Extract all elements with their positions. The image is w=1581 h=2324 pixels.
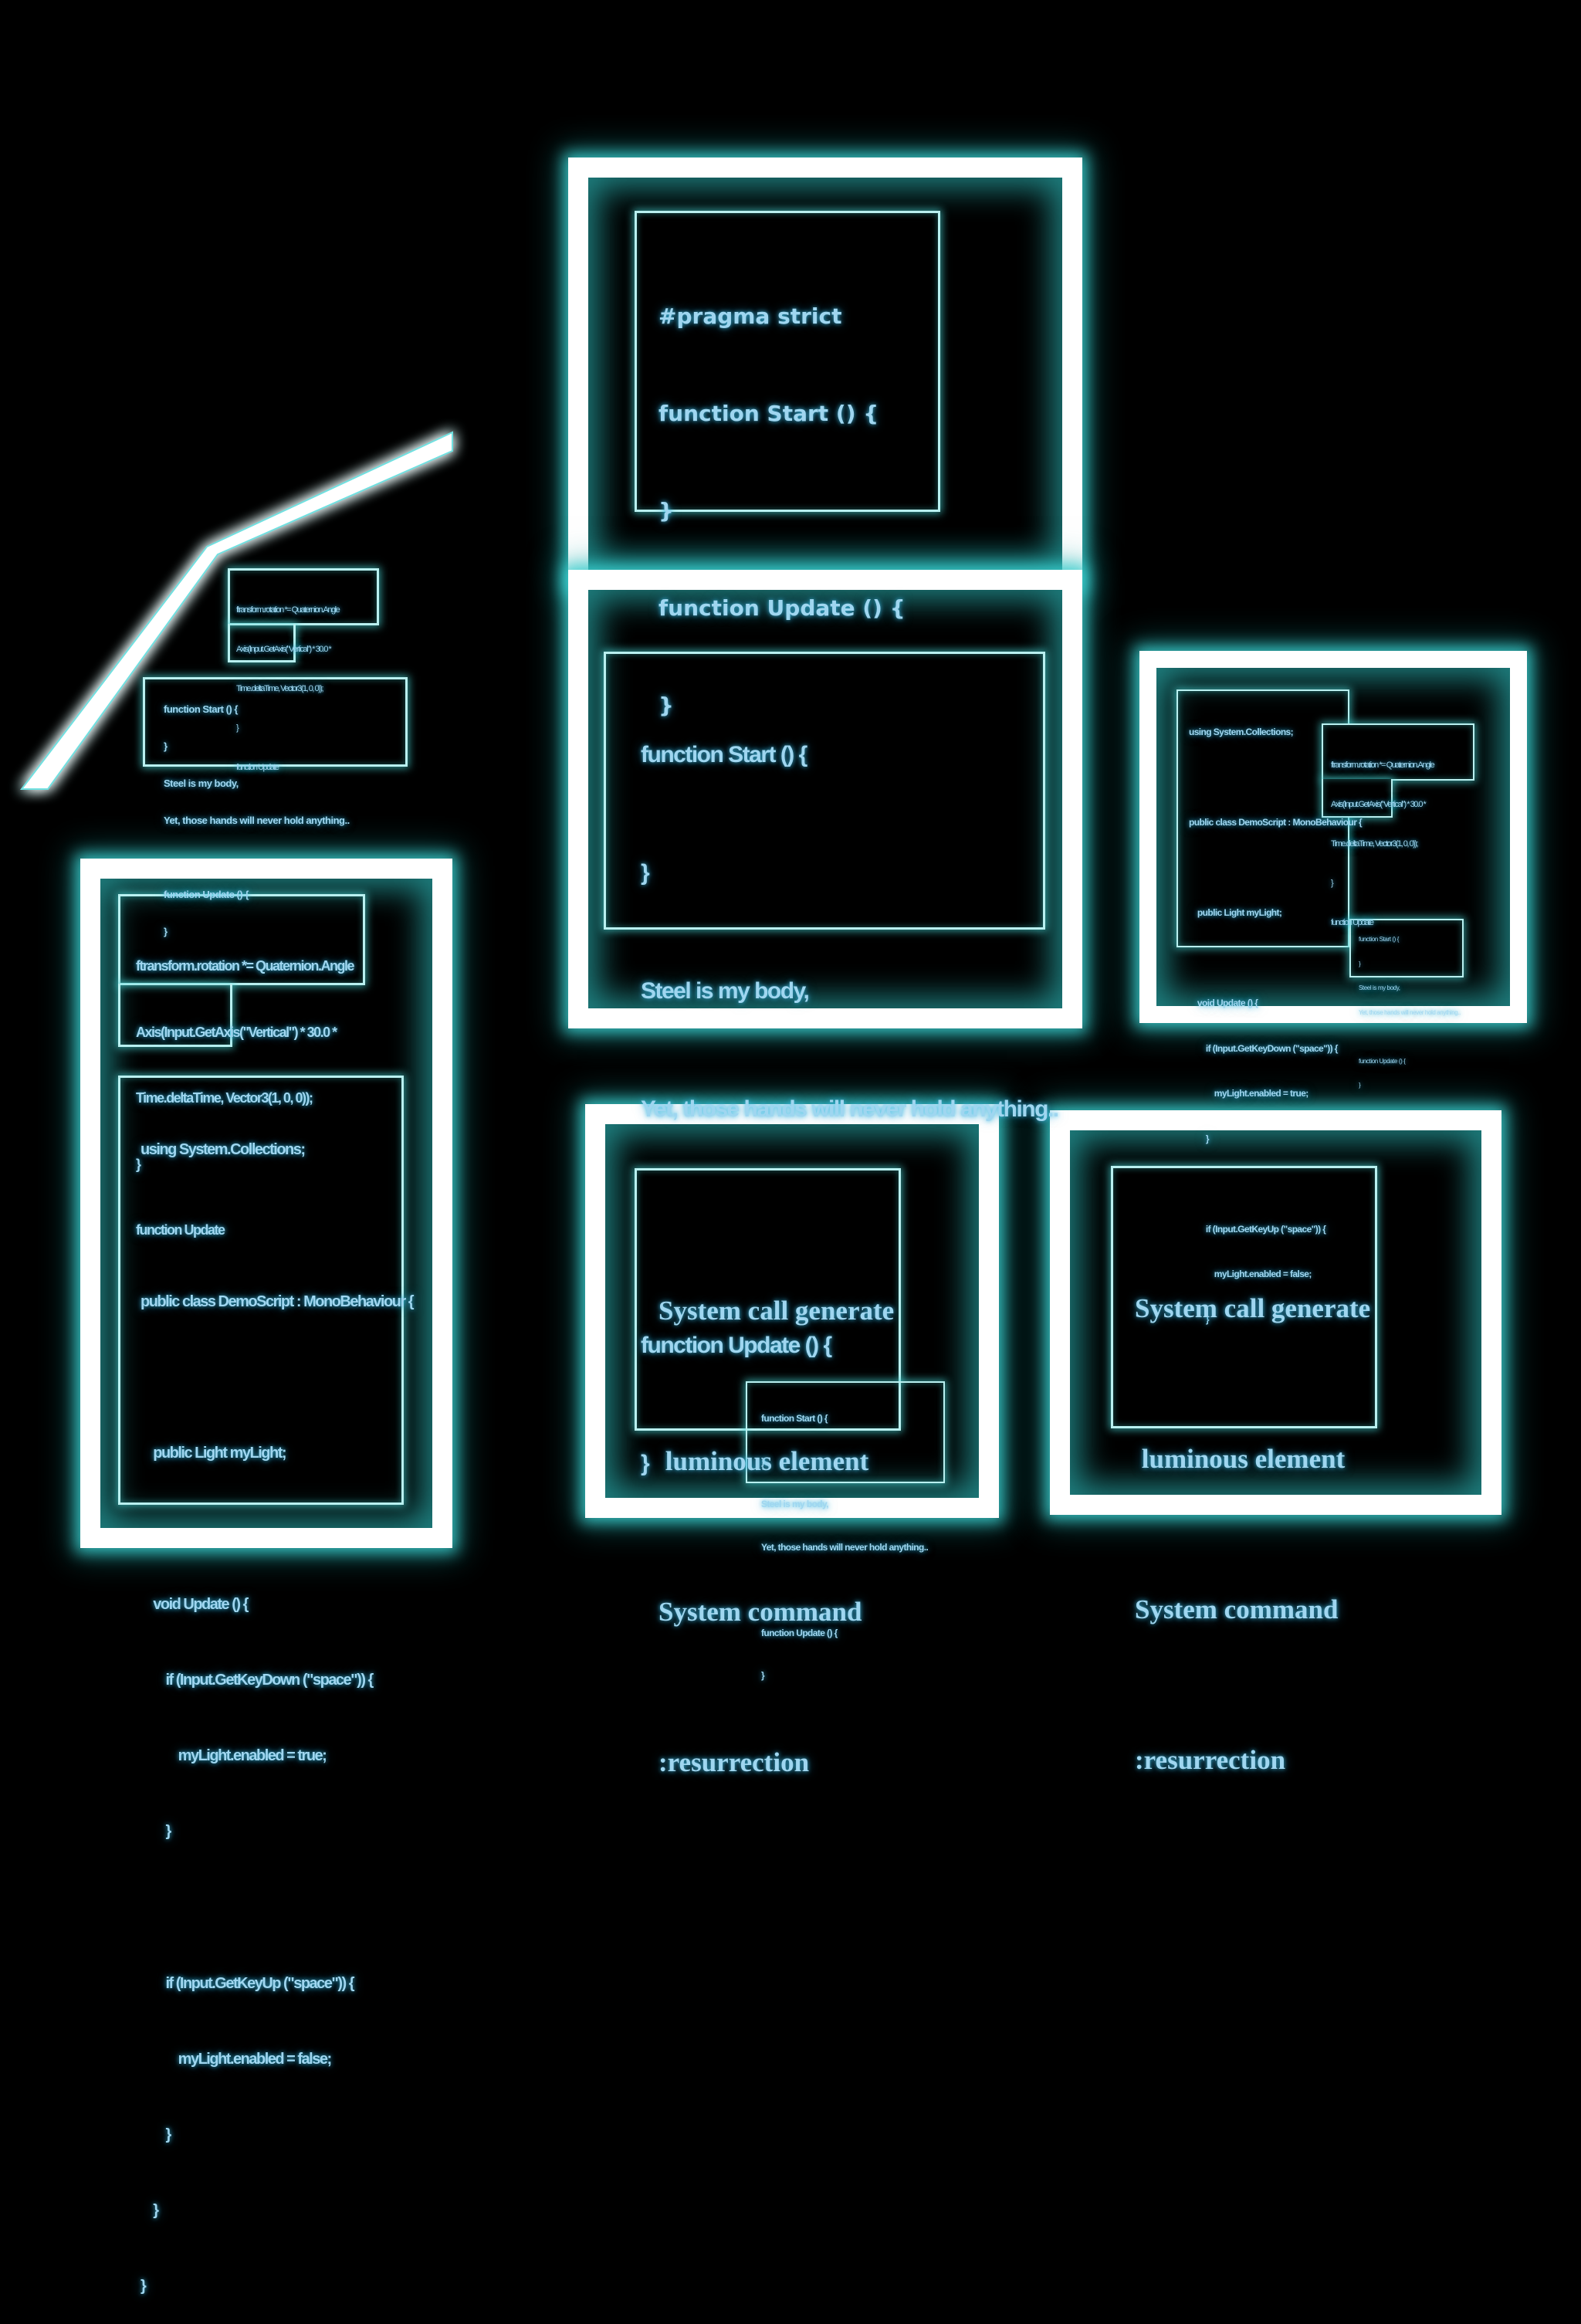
code-line: using System.Collections; — [140, 1141, 306, 1159]
code-line: } — [1359, 1082, 1361, 1089]
code-line: Steel is my body, — [1359, 984, 1400, 991]
steel-snippet-small-text: function Start () { } Steel is my body, … — [164, 679, 350, 950]
code-line: if (Input.GetKeyUp ("space")) { — [140, 1974, 354, 1992]
code-line: Axis(Input.GetAxis("Vertical") * 30.0 * — [236, 645, 332, 654]
steel-snippet-mini-text: function Start () { } Steel is my body, … — [1359, 920, 1461, 1098]
code-line: Time.deltaTime, Vector3(1, 0, 0)); — [1331, 839, 1419, 849]
code-line: ftransform.rotation *= Quaternion.Angle — [236, 605, 340, 615]
code-line: function Update () { — [658, 595, 906, 621]
code-line: #pragma strict — [658, 303, 842, 329]
text-line: System call generate — [658, 1296, 895, 1326]
code-line: myLight.enabled = true; — [1189, 1088, 1309, 1099]
code-line: } — [140, 2201, 159, 2219]
code-line: function Start () { — [658, 401, 879, 426]
code-line: } — [140, 2278, 147, 2295]
steel-snippet-overlay-text: function Start () { } Steel is my body, … — [761, 1383, 929, 1697]
code-line: Yet, those hands will never hold anythin… — [1359, 1008, 1461, 1016]
code-line: function Start () { — [1359, 936, 1399, 943]
code-line: function Start () { — [761, 1413, 828, 1424]
csharp-script-text: using System.Collections; public class D… — [140, 1087, 415, 2324]
code-line: if (Input.GetKeyDown ("space")) { — [140, 1672, 374, 1689]
code-line: Yet, those hands will never hold anythin… — [641, 1096, 1059, 1122]
code-line: } — [140, 1823, 171, 1841]
code-line: if (Input.GetKeyDown ("space")) { — [1189, 1042, 1339, 1054]
code-line: public Light myLight; — [140, 1444, 286, 1462]
code-line: } — [1359, 960, 1361, 967]
text-line: :resurrection — [1135, 1745, 1286, 1775]
text-line: :resurrection — [658, 1747, 810, 1777]
code-line: function Start () { — [164, 703, 238, 715]
code-line: } — [1331, 879, 1334, 888]
code-line: ftransform.rotation *= Quaternion.Angle — [136, 958, 355, 974]
code-line: function Update () { — [761, 1627, 838, 1638]
code-line: Steel is my body, — [761, 1499, 829, 1509]
code-line: ftransform.rotation *= Quaternion.Angle — [1331, 761, 1435, 770]
code-line: } — [761, 1670, 765, 1681]
system-call-text-right: System call generate luminous element Sy… — [1135, 1183, 1370, 1835]
code-line: public class DemoScript : MonoBehaviour … — [140, 1292, 415, 1310]
code-line: Axis(Input.GetAxis("Vertical") * 30.0 * — [1331, 800, 1427, 809]
code-line: } — [1189, 1133, 1210, 1144]
text-line: luminous element — [1135, 1444, 1346, 1474]
text-line: System command — [1135, 1594, 1339, 1624]
code-line: Yet, those hands will never hold anythin… — [164, 815, 350, 826]
code-line: void Update () { — [140, 1596, 249, 1614]
code-line: myLight.enabled = false; — [140, 2050, 332, 2068]
code-line: void Update () { — [1189, 998, 1258, 1008]
code-line: function Update () { — [1359, 1057, 1406, 1065]
code-line: } — [761, 1455, 765, 1467]
code-line: myLight.enabled = true; — [140, 1747, 327, 1765]
code-line: Yet, those hands will never hold anythin… — [761, 1541, 929, 1553]
code-line: function Start () { — [641, 742, 807, 767]
code-line: } — [140, 2126, 171, 2143]
code-line: } — [164, 740, 168, 752]
rotation-snippet-mini-text: ftransform.rotation *= Quaternion.Angle … — [1331, 733, 1435, 943]
code-line: Axis(Input.GetAxis("Vertical") * 30.0 * — [136, 1024, 337, 1040]
code-line: Steel is my body, — [641, 978, 810, 1004]
code-line: } — [641, 860, 650, 886]
text-line: System call generate — [1135, 1293, 1371, 1323]
code-line: } — [658, 498, 674, 523]
code-line: Steel is my body, — [164, 777, 239, 789]
code-line: function Update () { — [164, 889, 249, 900]
